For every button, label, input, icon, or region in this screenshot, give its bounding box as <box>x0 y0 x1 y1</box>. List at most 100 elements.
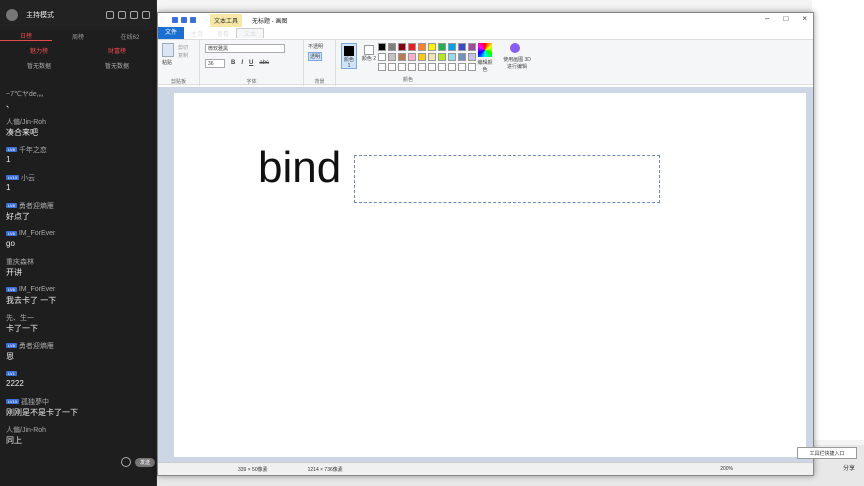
wealth-board-title[interactable]: 财富榜 <box>78 46 156 55</box>
emoji-icon[interactable] <box>121 457 131 467</box>
palette-swatch[interactable] <box>418 43 426 51</box>
chat-user[interactable]: 人偏/Jin-Roh <box>6 424 154 435</box>
palette-swatch[interactable] <box>468 43 476 51</box>
paint-titlebar: 文本工具 无标题 - 画图 – □ × <box>158 13 813 27</box>
palette-swatch[interactable] <box>438 43 446 51</box>
underline-button[interactable]: U <box>249 60 253 66</box>
tab-weekly[interactable]: 周榜 <box>52 32 104 41</box>
drawing-canvas[interactable]: bind <box>174 93 806 457</box>
paint3d-button[interactable]: 使用画图 3D 进行编辑 <box>500 56 534 70</box>
chat-user[interactable]: LV15 小云 <box>6 172 154 183</box>
canvas-size: 1214 × 736像素 <box>307 466 343 473</box>
undo-icon[interactable] <box>181 17 187 23</box>
palette-swatch[interactable] <box>458 63 466 71</box>
chat-user[interactable]: LV8 勇者迎熵雁 <box>6 340 154 351</box>
settings-icon[interactable] <box>106 11 114 19</box>
palette-swatch[interactable] <box>378 63 386 71</box>
chat-user[interactable]: ~7℃ヤde灬 <box>6 88 154 99</box>
chat-user[interactable]: 先、生一 <box>6 312 154 323</box>
share-icon[interactable] <box>118 11 126 19</box>
tab-file[interactable]: 文件 <box>158 27 185 39</box>
transparent-option[interactable]: 透明 <box>308 52 323 61</box>
palette-swatch[interactable] <box>428 43 436 51</box>
color2-button[interactable]: 颜色 2 <box>361 43 377 69</box>
tab-daily[interactable]: 日榜 <box>0 31 52 41</box>
palette-swatch[interactable] <box>458 43 466 51</box>
close-button[interactable]: × <box>802 14 807 23</box>
minimize-button[interactable]: – <box>765 14 769 23</box>
edit-colors-icon[interactable] <box>478 43 492 57</box>
chat-user[interactable]: LV8 勇者迎熵雁 <box>6 200 154 211</box>
ribbon: 粘贴 剪切 复制 剪贴板 微软雅黑 36 B I U abc 字体 不透明 透明… <box>158 39 813 86</box>
chat-username: 人偏/Jin-Roh <box>6 426 47 434</box>
text-input-box[interactable] <box>354 155 660 203</box>
paste-button[interactable]: 粘贴 <box>162 59 172 66</box>
palette-swatch[interactable] <box>388 63 396 71</box>
palette-swatch[interactable] <box>398 53 406 61</box>
redo-icon[interactable] <box>190 17 196 23</box>
paint3d-icon[interactable] <box>510 43 520 53</box>
chat-message: LV8 千年之恋 1 <box>6 144 154 172</box>
palette-swatch[interactable] <box>448 43 456 51</box>
paste-icon[interactable] <box>162 43 174 57</box>
palette-swatch[interactable] <box>468 63 476 71</box>
palette-swatch[interactable] <box>408 53 416 61</box>
chat-message: 人偏/Jin-Roh 凑合来吧 <box>6 116 154 144</box>
palette-swatch[interactable] <box>438 53 446 61</box>
charm-board-title[interactable]: 魅力榜 <box>0 46 78 55</box>
palette-swatch[interactable] <box>428 63 436 71</box>
chat-user[interactable]: LV8 千年之恋 <box>6 144 154 155</box>
palette-swatch[interactable] <box>448 53 456 61</box>
tab-view[interactable]: 查看 <box>210 29 236 38</box>
chat-message: LV1 2222 <box>6 368 154 396</box>
zoom-level: 200% <box>720 466 733 472</box>
chat-user[interactable]: 重庆森林 <box>6 256 154 267</box>
font-format-buttons: B I U abc <box>231 60 269 66</box>
italic-button[interactable]: I <box>241 60 243 66</box>
palette-swatch[interactable] <box>418 63 426 71</box>
font-size-select[interactable]: 36 <box>205 59 225 68</box>
strikethrough-button[interactable]: abc <box>259 60 269 66</box>
level-badge: LV6 <box>6 231 17 236</box>
save-icon[interactable] <box>172 17 178 23</box>
host-avatar[interactable] <box>6 9 18 21</box>
live-topbar: 主持模式 <box>0 0 156 30</box>
palette-swatch[interactable] <box>378 53 386 61</box>
paint-window: 文本工具 无标题 - 画图 – □ × 文件 主页 查看 文本 粘贴 剪切 复制… <box>157 12 814 476</box>
share-button[interactable]: 分享 <box>843 463 855 472</box>
chat-user[interactable]: LV15 孤独夢中 <box>6 396 154 407</box>
chat-user[interactable]: LV6 IM_ForEver <box>6 284 154 295</box>
palette-swatch[interactable] <box>448 63 456 71</box>
cut-button[interactable]: 剪切 <box>178 44 188 51</box>
chat-message: ~7℃ヤde灬、 <box>6 88 154 116</box>
opaque-option[interactable]: 不透明 <box>308 43 323 50</box>
palette-swatch[interactable] <box>408 63 416 71</box>
palette-swatch[interactable] <box>458 53 466 61</box>
color1-button[interactable]: 颜色 1 <box>341 43 357 69</box>
chat-user[interactable]: LV1 <box>6 368 154 379</box>
tab-home[interactable]: 主页 <box>184 29 210 38</box>
tab-online[interactable]: 在线62 <box>104 32 156 41</box>
palette-swatch[interactable] <box>388 43 396 51</box>
send-button[interactable]: 发送 <box>135 457 156 467</box>
palette-swatch[interactable] <box>398 63 406 71</box>
palette-swatch[interactable] <box>408 43 416 51</box>
palette-swatch[interactable] <box>398 43 406 51</box>
chat-user[interactable]: 人偏/Jin-Roh <box>6 116 154 127</box>
minimize-icon[interactable] <box>130 11 138 19</box>
palette-swatch[interactable] <box>468 53 476 61</box>
tab-text[interactable]: 文本 <box>236 28 265 38</box>
edit-colors-button[interactable]: 编辑颜色 <box>476 59 494 73</box>
palette-swatch[interactable] <box>428 53 436 61</box>
font-family-select[interactable]: 微软雅黑 <box>205 44 285 53</box>
chat-user[interactable]: LV6 IM_ForEver <box>6 228 154 239</box>
palette-swatch[interactable] <box>418 53 426 61</box>
palette-swatch[interactable] <box>388 53 396 61</box>
bold-button[interactable]: B <box>231 60 235 66</box>
palette-swatch[interactable] <box>438 63 446 71</box>
close-icon[interactable] <box>142 11 150 19</box>
palette-swatch[interactable] <box>378 43 386 51</box>
copy-button[interactable]: 复制 <box>178 52 188 59</box>
tool-shortcut-entry[interactable]: 工具栏快捷入口 <box>797 447 857 459</box>
maximize-button[interactable]: □ <box>783 14 788 23</box>
